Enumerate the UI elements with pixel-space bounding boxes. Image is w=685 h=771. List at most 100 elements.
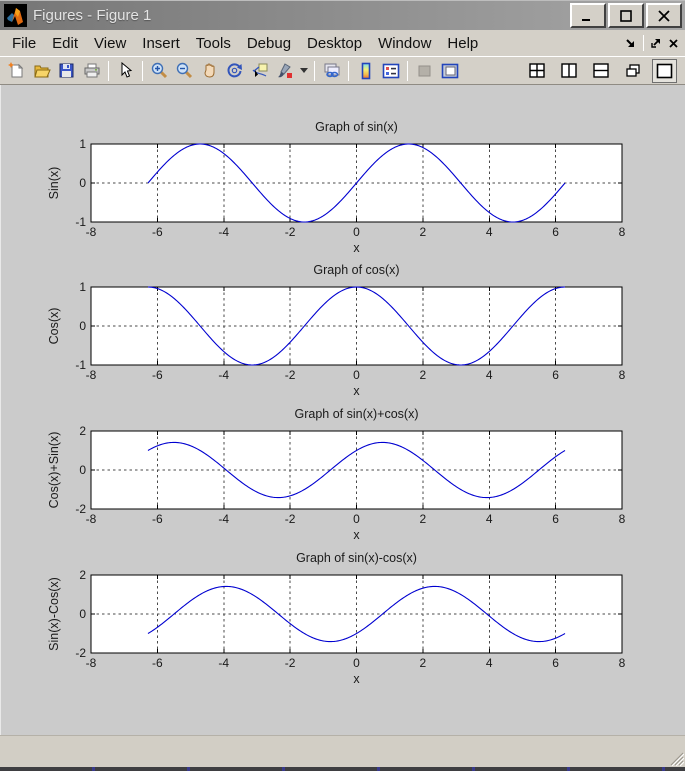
svg-text:-2: -2 bbox=[285, 512, 296, 526]
menubar: File Edit View Insert Tools Debug Deskto… bbox=[0, 30, 685, 57]
svg-text:6: 6 bbox=[552, 368, 559, 382]
svg-text:2: 2 bbox=[79, 424, 86, 438]
svg-text:2: 2 bbox=[79, 568, 86, 582]
minimize-icon bbox=[581, 10, 595, 22]
svg-text:Graph of sin(x): Graph of sin(x) bbox=[315, 120, 398, 134]
svg-text:-4: -4 bbox=[218, 656, 229, 670]
svg-text:-6: -6 bbox=[152, 656, 163, 670]
menu-help[interactable]: Help bbox=[439, 32, 486, 55]
svg-text:4: 4 bbox=[486, 656, 493, 670]
svg-text:0: 0 bbox=[79, 607, 86, 621]
tile-grid-button[interactable] bbox=[524, 59, 549, 83]
svg-text:-8: -8 bbox=[86, 512, 97, 526]
maximize-button[interactable] bbox=[608, 3, 644, 28]
menu-file[interactable]: File bbox=[4, 32, 44, 55]
open-file-button[interactable] bbox=[29, 59, 54, 83]
toolbar-separator bbox=[407, 61, 408, 81]
save-icon bbox=[58, 62, 75, 79]
svg-text:-6: -6 bbox=[152, 512, 163, 526]
svg-text:-4: -4 bbox=[218, 368, 229, 382]
svg-text:-4: -4 bbox=[218, 225, 229, 239]
link-plot-button[interactable] bbox=[319, 59, 344, 83]
menu-separator bbox=[643, 35, 644, 51]
brush-dropdown-button[interactable] bbox=[297, 59, 310, 83]
zoom-out-icon bbox=[176, 62, 193, 79]
zoom-in-button[interactable] bbox=[147, 59, 172, 83]
svg-text:0: 0 bbox=[79, 176, 86, 190]
subplot-sin[interactable]: -8-6-4-202468-101Graph of sin(x)xSin(x) bbox=[1, 114, 685, 258]
matlab-logo-icon bbox=[4, 4, 27, 27]
svg-text:-2: -2 bbox=[285, 656, 296, 670]
undock-arrow-icon[interactable] bbox=[650, 37, 662, 49]
brush-button[interactable] bbox=[272, 59, 297, 83]
svg-text:-4: -4 bbox=[218, 512, 229, 526]
close-button[interactable] bbox=[646, 3, 682, 28]
svg-text:-1: -1 bbox=[75, 358, 86, 372]
show-plot-tools-button[interactable] bbox=[437, 59, 462, 83]
tile-columns-button[interactable] bbox=[556, 59, 581, 83]
float-windows-button[interactable] bbox=[620, 59, 645, 83]
menu-insert[interactable]: Insert bbox=[134, 32, 188, 55]
statusbar bbox=[0, 735, 685, 767]
save-figure-button[interactable] bbox=[54, 59, 79, 83]
legend-icon bbox=[382, 63, 400, 79]
new-figure-icon bbox=[8, 62, 25, 79]
maximize-single-button[interactable] bbox=[652, 59, 677, 83]
svg-text:x: x bbox=[353, 528, 360, 542]
menu-view[interactable]: View bbox=[86, 32, 134, 55]
zoom-in-icon bbox=[151, 62, 168, 79]
new-figure-button[interactable] bbox=[4, 59, 29, 83]
svg-text:-2: -2 bbox=[285, 368, 296, 382]
menu-debug[interactable]: Debug bbox=[239, 32, 299, 55]
resize-grip[interactable] bbox=[669, 751, 684, 766]
svg-text:2: 2 bbox=[420, 656, 427, 670]
svg-text:Graph of cos(x): Graph of cos(x) bbox=[313, 263, 399, 277]
rotate-3d-button[interactable] bbox=[222, 59, 247, 83]
edit-plot-button[interactable] bbox=[113, 59, 138, 83]
menu-window[interactable]: Window bbox=[370, 32, 439, 55]
menu-desktop[interactable]: Desktop bbox=[299, 32, 370, 55]
svg-text:8: 8 bbox=[619, 225, 626, 239]
close-icon bbox=[657, 10, 671, 22]
close-figure-icon[interactable] bbox=[668, 38, 679, 49]
data-cursor-icon bbox=[251, 62, 269, 79]
link-plot-icon bbox=[323, 62, 341, 79]
menu-edit[interactable]: Edit bbox=[44, 32, 86, 55]
window-title: Figures - Figure 1 bbox=[33, 7, 568, 24]
svg-text:6: 6 bbox=[552, 225, 559, 239]
menu-tools[interactable]: Tools bbox=[188, 32, 239, 55]
titlebar: Figures - Figure 1 bbox=[0, 0, 685, 30]
pan-button[interactable] bbox=[197, 59, 222, 83]
zoom-out-button[interactable] bbox=[172, 59, 197, 83]
subplot-sin-minus-cos[interactable]: -8-6-4-202468-202Graph of sin(x)-cos(x)x… bbox=[1, 545, 685, 689]
subplot-cos[interactable]: -8-6-4-202468-101Graph of cos(x)xCos(x) bbox=[1, 257, 685, 401]
svg-text:2: 2 bbox=[420, 512, 427, 526]
print-figure-button[interactable] bbox=[79, 59, 104, 83]
svg-text:-6: -6 bbox=[152, 225, 163, 239]
taskbar-edge bbox=[0, 767, 685, 771]
svg-text:x: x bbox=[353, 384, 360, 398]
subplot-sin-plus-cos[interactable]: -8-6-4-202468-202Graph of sin(x)+cos(x)x… bbox=[1, 401, 685, 545]
svg-text:4: 4 bbox=[486, 225, 493, 239]
tile-rows-icon bbox=[593, 63, 609, 78]
tile-columns-icon bbox=[561, 63, 577, 78]
insert-colorbar-button[interactable] bbox=[353, 59, 378, 83]
tile-rows-button[interactable] bbox=[588, 59, 613, 83]
toolbar-separator bbox=[142, 61, 143, 81]
toolbar-separator bbox=[108, 61, 109, 81]
pointer-icon bbox=[118, 62, 133, 79]
svg-text:Graph of sin(x)+cos(x): Graph of sin(x)+cos(x) bbox=[295, 407, 419, 421]
data-cursor-button[interactable] bbox=[247, 59, 272, 83]
svg-text:4: 4 bbox=[486, 512, 493, 526]
svg-text:8: 8 bbox=[619, 368, 626, 382]
svg-text:1: 1 bbox=[79, 280, 86, 294]
insert-legend-button[interactable] bbox=[378, 59, 403, 83]
minimize-button[interactable] bbox=[570, 3, 606, 28]
svg-text:0: 0 bbox=[79, 463, 86, 477]
svg-text:2: 2 bbox=[420, 225, 427, 239]
svg-text:Graph of sin(x)-cos(x): Graph of sin(x)-cos(x) bbox=[296, 551, 417, 565]
svg-text:Sin(x): Sin(x) bbox=[47, 167, 61, 200]
svg-text:-2: -2 bbox=[75, 502, 86, 516]
dock-arrow-icon[interactable] bbox=[624, 37, 637, 50]
svg-text:8: 8 bbox=[619, 656, 626, 670]
